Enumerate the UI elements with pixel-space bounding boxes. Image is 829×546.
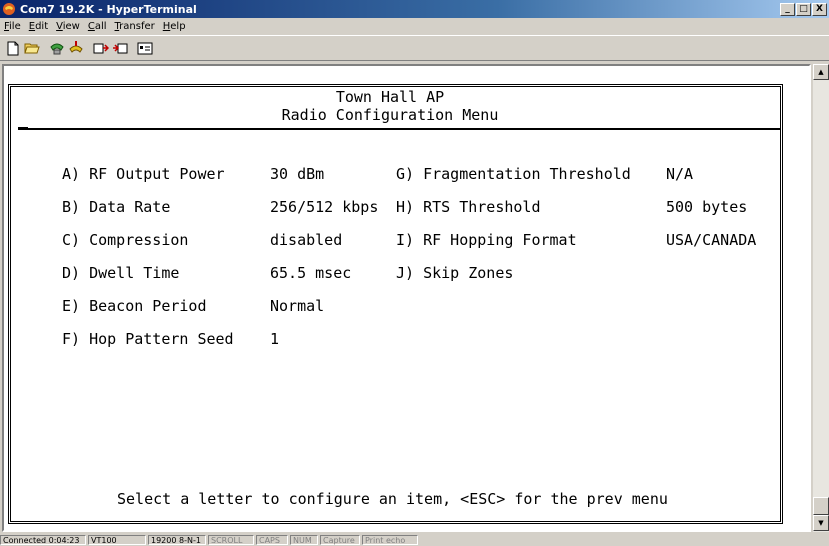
item-dwell-time-label[interactable]: D) Dwell Time	[62, 264, 179, 282]
item-hop-pattern-seed-value: 1	[270, 330, 280, 348]
status-settings: 19200 8-N-1	[148, 535, 206, 545]
item-fragmentation-threshold-value: N/A	[666, 165, 694, 183]
scroll-down-icon[interactable]: ▼	[813, 515, 829, 531]
item-compression-label[interactable]: C) Compression	[62, 231, 188, 249]
item-skip-zones-label[interactable]: J) Skip Zones	[396, 264, 513, 282]
maximize-button[interactable]: □	[796, 2, 811, 16]
item-data-rate-value: 256/512 kbps	[270, 198, 379, 216]
item-rf-hopping-format-label[interactable]: I) RF Hopping Format	[396, 231, 577, 249]
item-rf-hopping-format-value: USA/CANADA	[666, 231, 757, 249]
open-icon[interactable]	[23, 40, 41, 57]
item-beacon-period-value: Normal	[270, 297, 325, 315]
disconnect-icon[interactable]	[67, 40, 85, 57]
item-rf-output-power-value: 30 dBm	[270, 165, 325, 183]
menu-transfer[interactable]: Transfer	[111, 21, 159, 32]
item-rts-threshold-label[interactable]: H) RTS Threshold	[396, 198, 541, 216]
status-caps: CAPS	[256, 535, 288, 545]
status-num: NUM	[290, 535, 318, 545]
connect-icon[interactable]	[48, 40, 66, 57]
receive-icon[interactable]	[111, 40, 129, 57]
item-beacon-period-label[interactable]: E) Beacon Period	[62, 297, 207, 315]
send-icon[interactable]	[92, 40, 110, 57]
item-hop-pattern-seed-label[interactable]: F) Hop Pattern Seed	[62, 330, 234, 348]
window-title: Com7 19.2K - HyperTerminal	[20, 2, 197, 16]
menu-help[interactable]: Help	[159, 21, 190, 32]
minimize-button[interactable]: _	[780, 2, 795, 16]
menu-call[interactable]: Call	[84, 21, 111, 32]
status-connected: Connected 0:04:23	[0, 535, 86, 545]
item-compression-value: disabled	[270, 231, 343, 249]
status-emulation: VT100	[88, 535, 146, 545]
menu-file[interactable]: File	[0, 21, 25, 32]
status-print-echo: Print echo	[362, 535, 418, 545]
phone-icon[interactable]	[2, 2, 16, 16]
toolbar	[0, 35, 829, 61]
site-name: Town Hall AP	[335, 88, 445, 106]
menu-edit[interactable]: Edit	[25, 21, 52, 32]
status-capture: Capture	[320, 535, 360, 545]
item-fragmentation-threshold-label[interactable]: G) Fragmentation Threshold	[396, 165, 631, 183]
scroll-up-icon[interactable]: ▲	[813, 64, 829, 80]
menu-bar: File Edit View Call Transfer Help	[0, 18, 829, 35]
item-rts-threshold-value: 500 bytes	[666, 198, 748, 216]
vertical-scrollbar[interactable]: ▲ ▼	[812, 64, 829, 532]
close-button[interactable]: X	[812, 2, 827, 16]
new-icon[interactable]	[4, 40, 22, 57]
properties-icon[interactable]	[136, 40, 154, 57]
status-bar: Connected 0:04:23 VT100 19200 8-N-1 SCRO…	[0, 534, 829, 546]
heading-divider	[18, 127, 780, 130]
item-dwell-time-value: 65.5 msec	[270, 264, 352, 282]
item-rf-output-power-label[interactable]: A) RF Output Power	[62, 165, 225, 183]
title-bar: Com7 19.2K - HyperTerminal _ □ X	[0, 0, 829, 18]
status-scroll: SCROLL	[208, 535, 254, 545]
menu-view[interactable]: View	[52, 21, 84, 32]
item-data-rate-label[interactable]: B) Data Rate	[62, 198, 170, 216]
scroll-thumb[interactable]	[813, 497, 829, 515]
menu-heading: Radio Configuration Menu	[281, 106, 499, 124]
prompt-text: Select a letter to configure an item, <E…	[117, 490, 668, 508]
